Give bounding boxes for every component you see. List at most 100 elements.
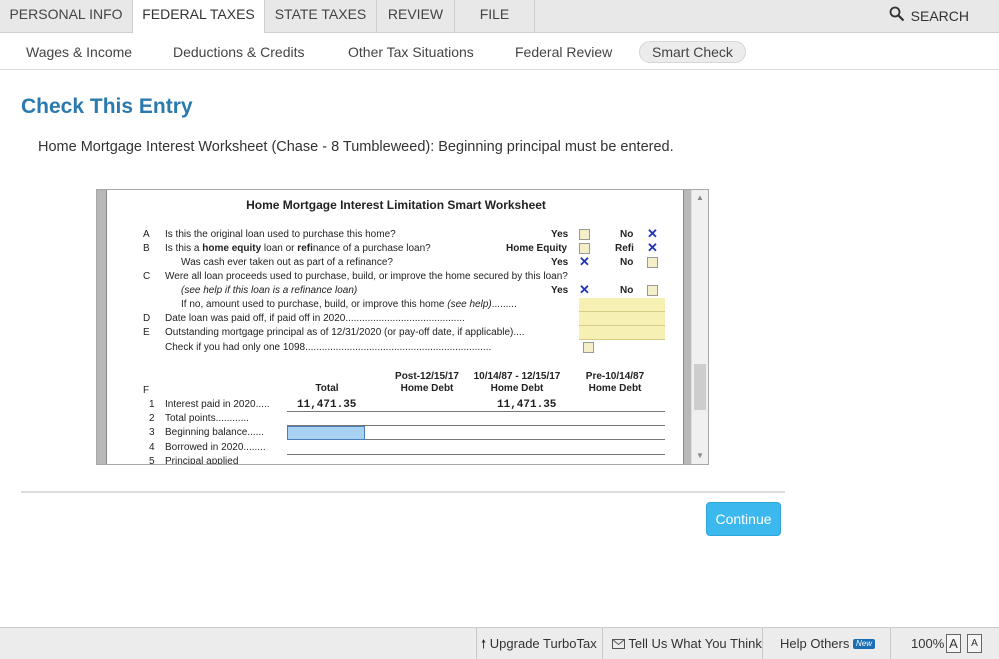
row-b2: Was cash ever taken out as part of a ref… [107, 255, 683, 270]
col-mid-line1: 10/14/87 - 12/15/17 [473, 371, 561, 382]
beginning-balance-field[interactable] [287, 426, 365, 440]
row-d: D Date loan was paid off, if paid off in… [107, 312, 683, 326]
row-c3-text-italic: (see help) [447, 299, 492, 310]
continue-button[interactable]: Continue [706, 502, 781, 536]
line-4: 4 Borrowed in 2020........ [107, 441, 683, 455]
row-c3-amount-field[interactable] [579, 298, 665, 312]
tab-file[interactable]: FILE [455, 0, 535, 33]
row-c: C Were all loan proceeds used to purchas… [107, 270, 683, 284]
subnav-federal-review[interactable]: Federal Review [515, 41, 612, 63]
col-pre-line1: Pre-10/14/87 [585, 371, 645, 382]
row-e2: Check if you had only one 1098..........… [107, 341, 683, 355]
scroll-down-icon[interactable]: ▼ [696, 451, 704, 460]
new-badge: New [853, 639, 876, 649]
row-b2-yes-checkbox-checked[interactable]: ✕ [579, 255, 590, 268]
row-a-no-label: No [620, 229, 634, 240]
row-b-text-post: nance of a purchase loan? [312, 243, 431, 254]
upgrade-link[interactable]: 🠕 Upgrade TurboTax [481, 628, 597, 659]
tab-review[interactable]: REVIEW [377, 0, 455, 33]
row-c3-text-pre: If no, amount used to purchase, build, o… [181, 299, 448, 310]
line-2-label: Total points............ [165, 413, 249, 424]
row-c3: If no, amount used to purchase, build, o… [107, 298, 683, 312]
line-2: 2 Total points............ [107, 412, 683, 426]
row-e-label: E [143, 327, 150, 338]
line-1-num: 1 [149, 399, 155, 410]
zoom-level: 100% [911, 636, 945, 651]
row-b-text: Is this a home equity loan or refinance … [165, 242, 431, 256]
row-e2-text: Check if you had only one 1098..........… [165, 342, 492, 353]
sub-nav: Wages & Income Deductions & Credits Othe… [0, 33, 999, 70]
line-1: 1 Interest paid in 2020..... 11,471.35 1… [107, 398, 683, 412]
row-c2-yes-checkbox-checked[interactable]: ✕ [579, 283, 590, 296]
row-d-text: Date loan was paid off, if paid off in 2… [165, 313, 465, 324]
line-3-underline [365, 439, 665, 440]
feedback-label: Tell Us What You Think [628, 636, 762, 651]
row-c3-text: If no, amount used to purchase, build, o… [181, 298, 517, 312]
search-icon [889, 6, 905, 25]
line-5-label: Principal applied [165, 456, 239, 465]
row-b-text-bold2: refi [297, 243, 313, 254]
scroll-up-icon[interactable]: ▲ [696, 193, 704, 202]
row-b2-yes-label: Yes [551, 257, 569, 268]
row-c2: (see help if this loan is a refinance lo… [107, 283, 683, 298]
line-1-mid[interactable]: 11,471.35 [497, 398, 556, 412]
row-c3-text-post: ......... [491, 299, 517, 310]
line-5: 5 Principal applied [107, 455, 683, 465]
worksheet-page: Home Mortgage Interest Limitation Smart … [106, 190, 684, 465]
footer-separator [762, 628, 763, 659]
content-divider [21, 491, 785, 493]
subnav-smart-check[interactable]: Smart Check [639, 41, 746, 63]
help-others-link[interactable]: Help Others New [780, 628, 876, 659]
row-d-date-field[interactable] [579, 312, 665, 326]
subnav-wages-income[interactable]: Wages & Income [26, 41, 132, 63]
row-b-refi-checkbox-checked[interactable]: ✕ [647, 241, 658, 254]
row-b2-no-label: No [620, 257, 634, 268]
line-3: 3 Beginning balance...... [107, 426, 683, 440]
subnav-other-tax-situations[interactable]: Other Tax Situations [348, 41, 474, 63]
line-3-num: 3 [149, 427, 155, 438]
row-b-label: B [143, 243, 150, 254]
arrow-up-icon: 🠕 [481, 637, 487, 651]
footer-separator [890, 628, 891, 659]
tab-federal-taxes[interactable]: FEDERAL TAXES [133, 0, 265, 34]
worksheet-scrollbar[interactable]: ▲ ▼ [691, 190, 708, 464]
row-e-principal-field[interactable] [579, 326, 665, 340]
footer-separator [602, 628, 603, 659]
tab-personal-info[interactable]: PERSONAL INFO [0, 0, 133, 33]
line-1-total[interactable]: 11,471.35 [297, 398, 356, 412]
row-b-text-bold1: home equity [202, 243, 262, 254]
row-b-home-equity-checkbox[interactable] [579, 243, 590, 254]
search-button[interactable]: SEARCH [889, 6, 969, 25]
row-e2-only-one-1098-checkbox[interactable] [583, 342, 594, 353]
row-b-text-mid: loan or [261, 243, 298, 254]
row-a: A Is this the original loan used to purc… [107, 227, 683, 242]
row-c2-no-checkbox[interactable] [647, 285, 658, 296]
row-b2-no-checkbox[interactable] [647, 257, 658, 268]
row-c2-yes-label: Yes [551, 285, 569, 296]
row-a-yes-checkbox[interactable] [579, 229, 590, 240]
row-c-text: Were all loan proceeds used to purchase,… [165, 271, 568, 282]
row-d-label: D [143, 313, 151, 324]
row-a-no-checkbox-checked[interactable]: ✕ [647, 227, 658, 240]
row-a-yes-label: Yes [551, 229, 569, 240]
line-4-label: Borrowed in 2020........ [165, 442, 266, 453]
section-f-label: F [143, 385, 150, 396]
row-b2-text: Was cash ever taken out as part of a ref… [181, 257, 393, 268]
subnav-deductions-credits[interactable]: Deductions & Credits [173, 41, 305, 63]
row-a-text: Is this the original loan used to purcha… [165, 229, 396, 240]
tab-state-taxes[interactable]: STATE TAXES [265, 0, 377, 33]
row-e-text: Outstanding mortgage principal as of 12/… [165, 327, 525, 338]
scroll-thumb[interactable] [694, 364, 706, 410]
row-c-label: C [143, 271, 151, 282]
worksheet-title: Home Mortgage Interest Limitation Smart … [246, 198, 546, 212]
footer-bar: 🠕 Upgrade TurboTax Tell Us What You Thin… [0, 627, 999, 659]
row-b-home-equity-label: Home Equity [506, 243, 568, 254]
row-a-label: A [143, 229, 150, 240]
worksheet-preview[interactable]: Home Mortgage Interest Limitation Smart … [96, 189, 709, 465]
font-decrease-button[interactable]: A [967, 634, 982, 653]
font-increase-button[interactable]: A [946, 634, 961, 653]
envelope-icon [612, 636, 628, 651]
section-f: F [107, 384, 683, 398]
feedback-link[interactable]: Tell Us What You Think [612, 628, 762, 659]
row-b: B Is this a home equity loan or refinanc… [107, 241, 683, 256]
